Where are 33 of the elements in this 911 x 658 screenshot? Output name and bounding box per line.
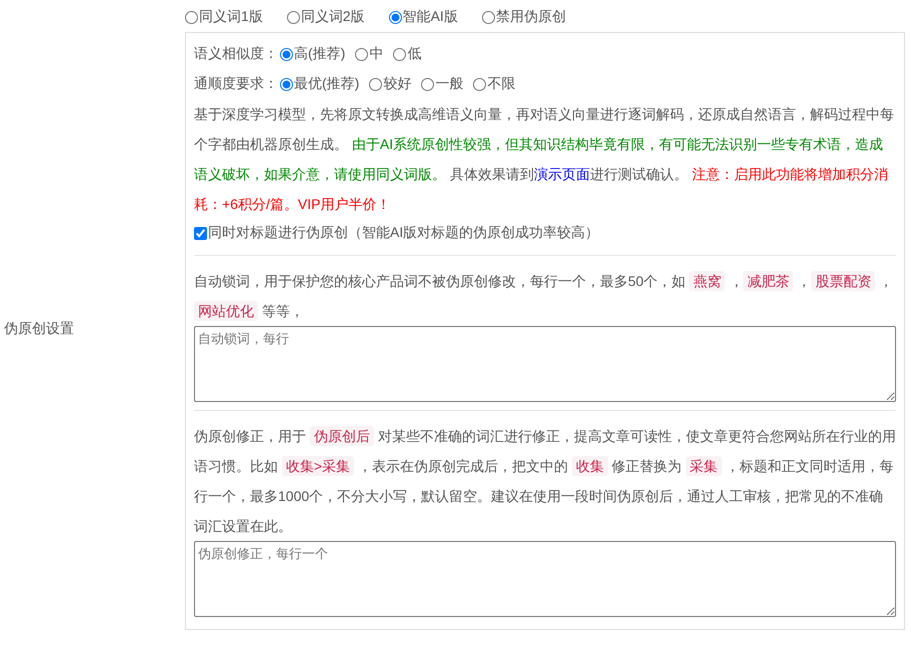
checkbox-label: 同时对标题进行伪原创（智能AI版对标题的伪原创成功率较高） — [208, 224, 600, 242]
setting-label: 语义相似度： — [194, 45, 278, 63]
radio-label: 较好 — [383, 75, 412, 93]
radio-label: 低 — [407, 45, 422, 63]
radio-button[interactable] — [369, 78, 382, 90]
checkbox[interactable] — [194, 226, 207, 240]
radio-button[interactable] — [185, 10, 198, 24]
radio-label: 同义词2版 — [300, 8, 365, 26]
radio-button[interactable] — [280, 78, 293, 90]
section-label: 伪原创设置 — [4, 320, 74, 338]
description-text: 基于深度学习模型，先将原文转换成高维语义向量，再对语义向量进行逐词解码，还原成自然语言，解码过程中每个字都由机器原创生成。 由于AI系统原创性较强，但其知识结构毕竟有限，有可能无法识别一些专有术语，造成语义破坏，如果介意，请使用同义词版。 具体效果请到演示页面进行测试确认。 注意：启用此功能将增加积分消耗：+6积分/篇。VIP用户半价！ — [194, 105, 895, 214]
radio-button[interactable] — [482, 10, 495, 24]
radio-label: 智能AI版 — [402, 8, 458, 26]
radio-label: 中 — [369, 45, 384, 63]
setting-label: 通顺度要求： — [194, 75, 278, 93]
demo-link[interactable]: 演示页面 — [534, 166, 590, 182]
radio-button[interactable] — [393, 48, 406, 60]
description-text: 伪原创修正，用于 伪原创后 对某些不准确的词汇进行修正，提高文章可读性，使文章更符合您网站所在行业的用语习惯。比如 收集>采集 ，表示在伪原创完成后，把文中的 收集 修正替换为 采集 ，标题和正文同时适用，每行一个，最多1000个，不分大小写，默认留空。建议在使用一段时间伪原创后，通过人工审核，把常见的不准确词汇设置在此。 — [194, 425, 896, 536]
radio-button[interactable] — [280, 48, 293, 60]
corrections-field[interactable]: 伪原创修正，每行一个 — [194, 541, 896, 617]
radio-label: 同义词1版 — [199, 8, 263, 26]
radio-label: 高(推荐) — [294, 45, 346, 63]
radio-button[interactable] — [473, 78, 486, 90]
radio-button[interactable] — [355, 48, 368, 60]
radio-label: 一般 — [435, 75, 464, 93]
radio-label: 不限 — [487, 75, 516, 93]
description-text: 自动锁词，用于保护您的核心产品词不被伪原创修改，每行一个，最多50个，如 燕窝 ， 减肥茶 ， 股票配资 ， 网站优化 等等， — [194, 270, 894, 323]
lock-words-field[interactable]: 自动锁词，每行 — [194, 326, 896, 402]
radio-label: 禁用伪原创 — [496, 8, 566, 26]
radio-label: 最优(推荐) — [294, 75, 360, 93]
radio-button[interactable] — [388, 10, 402, 24]
radio-button[interactable] — [421, 78, 434, 90]
radio-button[interactable] — [286, 10, 300, 24]
